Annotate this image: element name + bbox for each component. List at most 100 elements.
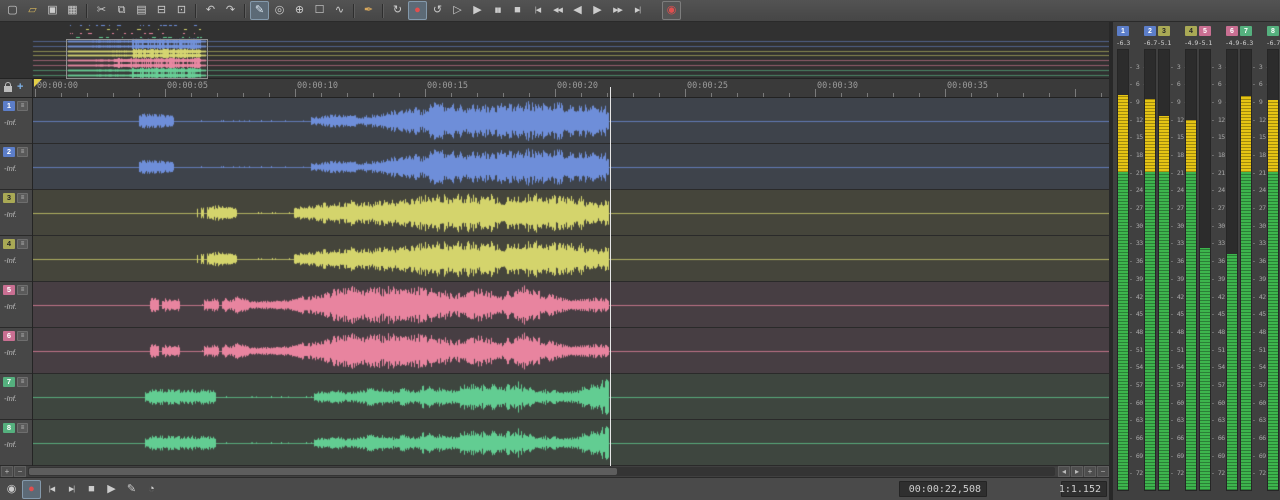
track-gain-label[interactable]: -Inf. [4,210,17,219]
play-from-start-button[interactable]: ▷ [448,1,467,20]
track-gain-label[interactable]: -Inf. [4,348,17,357]
pause-button[interactable]: ▮▮ [488,1,507,20]
transport-stop-icon: ■ [88,482,95,495]
transport-play-button[interactable]: ▶ [102,480,121,499]
go-to-start-button[interactable]: |◀ [528,1,547,20]
meter-scale-label: 9 [1211,98,1226,106]
next-button[interactable]: ▶▶ [608,1,627,20]
new-file-button[interactable]: ▢ [3,1,22,20]
scroll-right-button[interactable]: ▸ [1071,466,1083,478]
save-icon: ▣ [47,4,58,16]
overview-strip[interactable] [0,22,1109,79]
track-gain-label[interactable]: -Inf. [4,302,17,311]
track-menu-button[interactable]: ≡ [17,284,28,295]
track-menu-button[interactable]: ≡ [17,422,28,433]
magnify-tool-button[interactable]: ◎ [270,1,289,20]
track-menu-button[interactable]: ≡ [17,100,28,111]
track-header: 1 ≡ -Inf. [0,98,32,144]
loop-playback-icon: ↻ [392,4,403,16]
scrollbar-thumb[interactable] [29,468,617,476]
scroll-left-button[interactable]: ◂ [1058,466,1070,478]
play-button[interactable]: ▶ [468,1,487,20]
open-file-button[interactable]: ▱ [23,1,42,20]
transport-stop-button[interactable]: ■ [82,480,101,499]
edit-tool-button[interactable]: ✎ [250,1,269,20]
transport-record-button[interactable]: ● [22,479,41,499]
meter-scale-label: 30 [1170,222,1185,230]
meter-scale-label: 18 [1252,151,1267,159]
transport-go-to-end-button[interactable]: ▶| [62,480,81,499]
meter-channel-badge: 2 [1144,26,1156,36]
track-gain-label[interactable]: -Inf. [4,256,17,265]
track-zoom-in-button[interactable]: + [1,466,13,478]
track-number-badge[interactable]: 3 [3,192,15,203]
track-gain-label[interactable]: -Inf. [4,164,17,173]
track-menu-button[interactable]: ≡ [17,330,28,341]
track-number-badge[interactable]: 4 [3,238,15,249]
go-to-end-button[interactable]: ▶| [628,1,647,20]
copy-button[interactable]: ⧉ [112,1,131,20]
zoom-tool-button[interactable]: ⊕ [290,1,309,20]
track-gain-label[interactable]: -Inf. [4,118,17,127]
track-menu-button[interactable]: ≡ [17,238,28,249]
meter-scale-label: 51 [1211,346,1226,354]
meter-fill-green [1227,254,1237,490]
paint-tool-button[interactable]: ✒ [359,1,378,20]
meter-scale-label: 42 [1129,293,1144,301]
zoom-out-button[interactable]: − [1097,466,1109,478]
transport-scrub-tool-button[interactable]: ✎ [122,480,141,499]
selection-tool-button[interactable]: ☐ [310,1,329,20]
redo-button[interactable]: ↷ [221,1,240,20]
record-button[interactable]: ● [408,1,427,20]
track-number-badge[interactable]: 6 [3,330,15,341]
track-number-badge[interactable]: 5 [3,284,15,295]
save-all-button[interactable]: ▦ [63,1,82,20]
timeline-ruler[interactable]: 00:00:00 00:00:05 00:00:10 00:00:15 00:00:20… [33,78,1109,97]
stop-button[interactable]: ■ [508,1,527,20]
loop-region-button[interactable]: ↺ [428,1,447,20]
crop-button[interactable]: ⊡ [172,1,191,20]
meter-scale-label: 60 [1170,399,1185,407]
track-number-badge[interactable]: 7 [3,376,15,387]
meter-scale-label: 39 [1211,275,1226,283]
crosshair-icon[interactable]: + [17,82,23,93]
track-number-badge[interactable]: 8 [3,422,15,433]
meter-scale-label: 57 [1211,381,1226,389]
overview-view-box[interactable] [66,39,208,79]
track-menu-button[interactable]: ≡ [17,146,28,157]
undo-button[interactable]: ↶ [201,1,220,20]
previous-button[interactable]: ◀◀ [548,1,567,20]
track-zoom-out-button[interactable]: − [14,466,26,478]
transport-go-to-start-button[interactable]: |◀ [42,480,61,499]
track-menu-button[interactable]: ≡ [17,192,28,203]
playhead-cursor[interactable] [610,86,611,466]
transport-time-options-button[interactable]: ◔ [142,480,161,499]
cut-button[interactable]: ✂ [92,1,111,20]
transport-go-to-end-icon: ▶| [68,485,75,493]
zoom-in-button[interactable]: + [1084,466,1096,478]
magnify-tool-icon: ◎ [274,4,285,16]
paste-button[interactable]: ▤ [132,1,151,20]
paint-tool-icon: ✒ [363,4,374,16]
save-button[interactable]: ▣ [43,1,62,20]
transport-arm-record-button[interactable]: ◉ [2,480,21,499]
trim-button[interactable]: ⊟ [152,1,171,20]
waveform-area[interactable] [33,86,1109,466]
lock-icon[interactable] [4,82,12,93]
track-menu-button[interactable]: ≡ [17,376,28,387]
track-gain-label[interactable]: -Inf. [4,440,17,449]
loop-playback-button[interactable]: ↻ [388,1,407,20]
meter-peak-value: -6.7 [1266,39,1280,47]
remote-record-button[interactable]: ◉ [662,1,681,20]
status-bar: ◉ ● |◀ ▶| ■ ▶ ✎ ◔ 00:00:22,508 1:1.152 [0,478,1109,500]
track-gain-label[interactable]: -Inf. [4,394,17,403]
track-number-badge[interactable]: 1 [3,100,15,111]
ruler-tick [737,92,738,97]
forward-button[interactable]: ▶ [588,1,607,20]
rewind-button[interactable]: ◀ [568,1,587,20]
envelope-tool-button[interactable]: ∿ [330,1,349,20]
track-header: 4 ≡ -Inf. [0,236,32,282]
track-number-badge[interactable]: 2 [3,146,15,157]
scrollbar-track[interactable] [28,467,1055,477]
ruler-tick [529,92,530,97]
